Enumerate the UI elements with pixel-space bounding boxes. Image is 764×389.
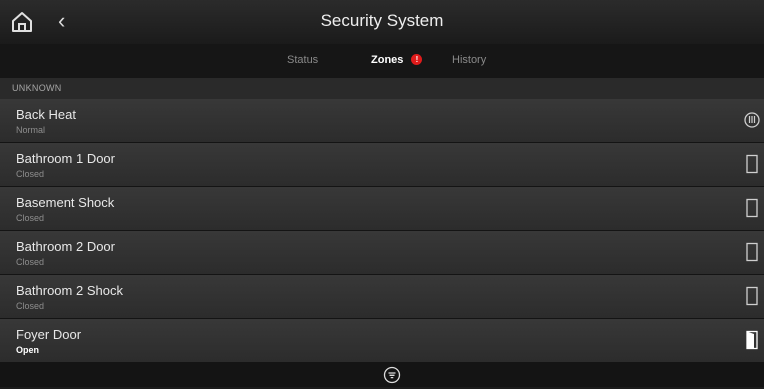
tab-bar: Status Zones ! History	[0, 44, 764, 79]
tab-history[interactable]: History	[452, 54, 486, 66]
heat-sensor-icon	[744, 110, 760, 130]
section-header: UNKNOWN	[0, 79, 764, 99]
zone-name: Bathroom 2 Door	[16, 239, 115, 254]
page-title: Security System	[320, 11, 444, 30]
zone-row-bathroom-2-door[interactable]: Bathroom 2 Door Closed	[0, 231, 764, 275]
zone-row-bathroom-1-door[interactable]: Bathroom 1 Door Closed	[0, 143, 764, 187]
zone-name: Bathroom 1 Door	[16, 151, 115, 166]
zone-row-foyer-door[interactable]: Foyer Door Open	[0, 319, 764, 363]
zone-state: Closed	[16, 301, 45, 311]
zone-state: Normal	[16, 125, 46, 135]
filter-icon[interactable]	[383, 366, 401, 384]
tab-zones[interactable]: Zones !	[371, 54, 423, 66]
alert-badge: !	[411, 54, 423, 65]
door-closed-icon	[744, 242, 760, 262]
zone-state: Closed	[16, 213, 45, 223]
section-label: UNKNOWN	[12, 83, 62, 93]
door-closed-icon	[744, 286, 760, 306]
zone-row-basement-shock[interactable]: Basement Shock Closed	[0, 187, 764, 231]
zone-name: Back Heat	[16, 107, 76, 122]
zone-name: Basement Shock	[16, 195, 115, 210]
zone-row-bathroom-2-shock[interactable]: Bathroom 2 Shock Closed	[0, 275, 764, 319]
zone-state: Closed	[16, 257, 45, 267]
zone-row-back-heat[interactable]: Back Heat Normal	[0, 99, 764, 143]
tab-history-label: History	[452, 54, 487, 66]
zone-list: Back Heat Normal Bathroom 1 Door Closed …	[0, 99, 764, 363]
tab-status[interactable]: Status	[287, 54, 318, 66]
zone-name: Foyer Door	[16, 327, 82, 342]
top-bar: ‹ Security System	[0, 0, 764, 44]
tab-status-label: Status	[287, 54, 319, 66]
zone-state: Open	[16, 345, 40, 355]
tab-zones-label: Zones	[371, 54, 404, 66]
door-closed-icon	[744, 198, 760, 218]
door-closed-icon	[744, 154, 760, 174]
zone-state: Closed	[16, 169, 45, 179]
zone-name: Bathroom 2 Shock	[16, 283, 123, 298]
footer-bar	[0, 363, 764, 387]
door-open-icon	[744, 330, 760, 350]
